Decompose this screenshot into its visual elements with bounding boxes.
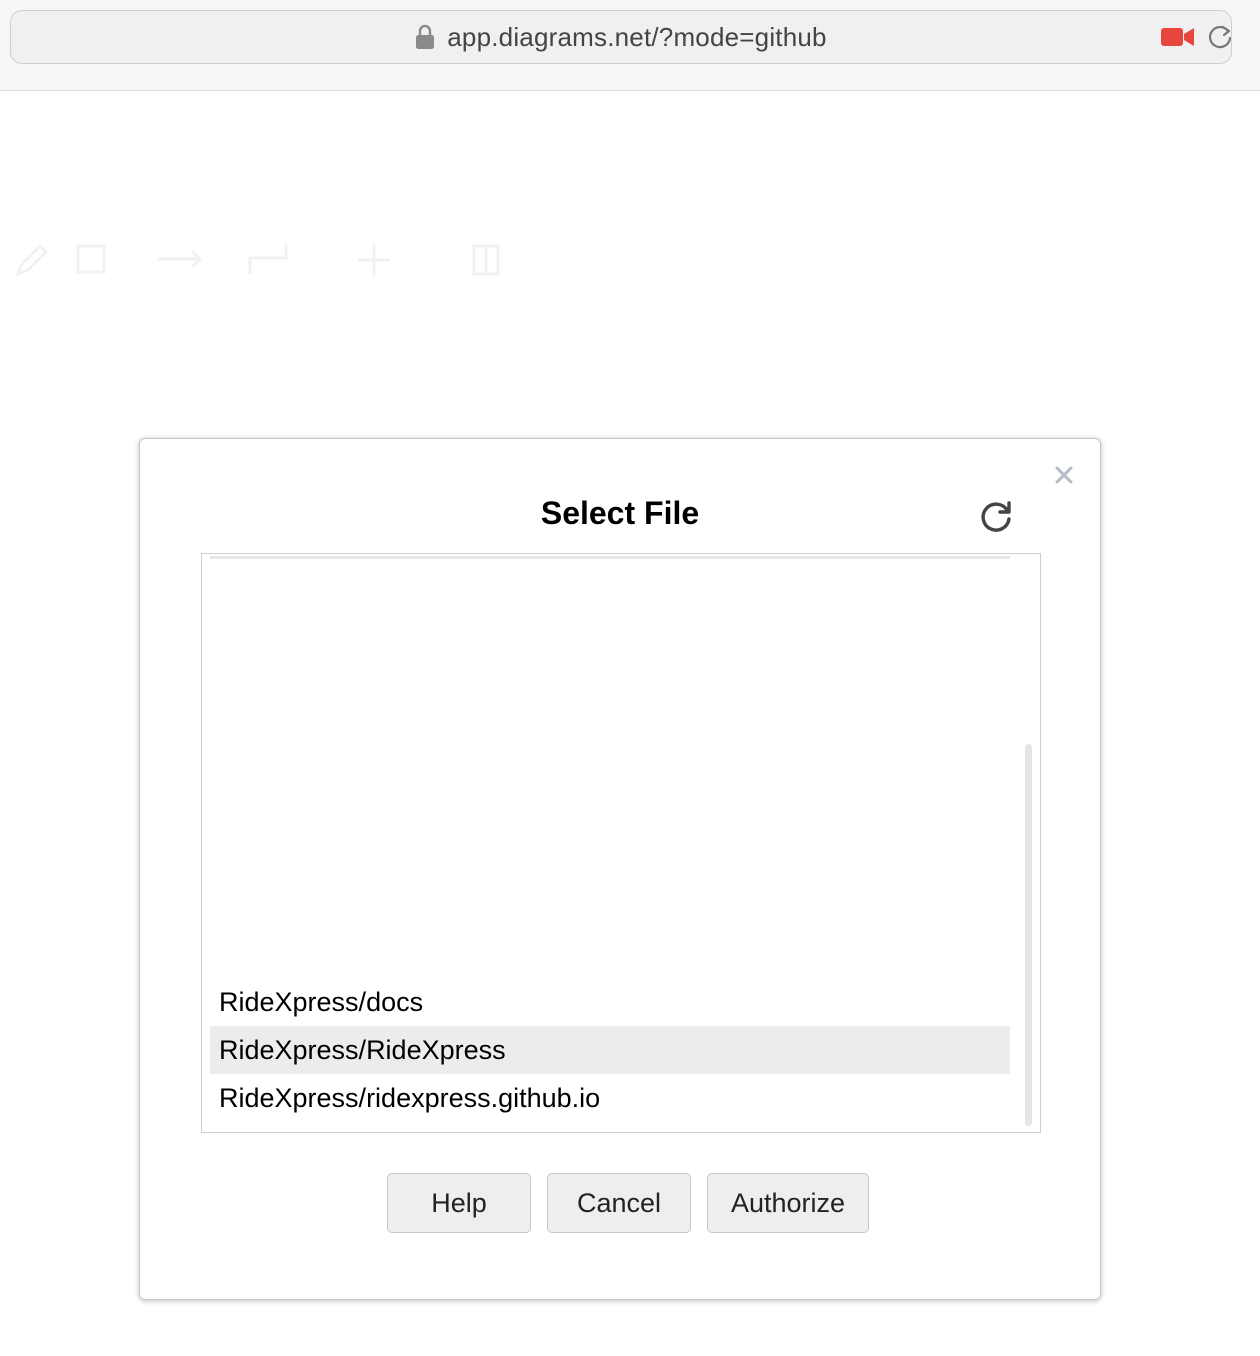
background-toolbar [0, 230, 1260, 290]
browser-toolbar: app.diagrams.net/?mode=github [0, 0, 1260, 91]
shape-icon [76, 244, 106, 274]
lock-icon [416, 24, 435, 49]
list-item[interactable]: RideXpress/ridexpress.github.io [210, 1074, 1010, 1122]
refresh-icon[interactable] [978, 499, 1014, 535]
select-file-dialog: Select File RideXpress/docs RideXpress/R… [139, 438, 1101, 1300]
reload-icon[interactable] [1206, 23, 1234, 51]
address-bar[interactable]: app.diagrams.net/?mode=github [10, 10, 1232, 64]
url-wrap: app.diagrams.net/?mode=github [11, 11, 1231, 63]
plus-icon [358, 244, 390, 276]
url-text[interactable]: app.diagrams.net/?mode=github [447, 22, 826, 53]
arrow-icon [158, 249, 203, 269]
pencil-icon [15, 243, 49, 277]
authorize-button[interactable]: Authorize [707, 1173, 869, 1233]
list-item-selected[interactable]: RideXpress/RideXpress [210, 1026, 1010, 1074]
file-list[interactable]: RideXpress/docs RideXpress/RideXpress Ri… [201, 553, 1041, 1133]
close-icon[interactable] [1052, 463, 1076, 487]
scrollbar-thumb[interactable] [1025, 744, 1032, 1126]
table-icon [472, 244, 500, 276]
connector-icon [248, 244, 288, 274]
camera-icon[interactable] [1161, 26, 1195, 48]
help-button[interactable]: Help [387, 1173, 531, 1233]
cancel-button[interactable]: Cancel [547, 1173, 691, 1233]
list-item[interactable]: RideXpress/docs [210, 978, 1010, 1026]
dialog-title: Select File [540, 495, 700, 531]
list-divider [210, 556, 1010, 559]
